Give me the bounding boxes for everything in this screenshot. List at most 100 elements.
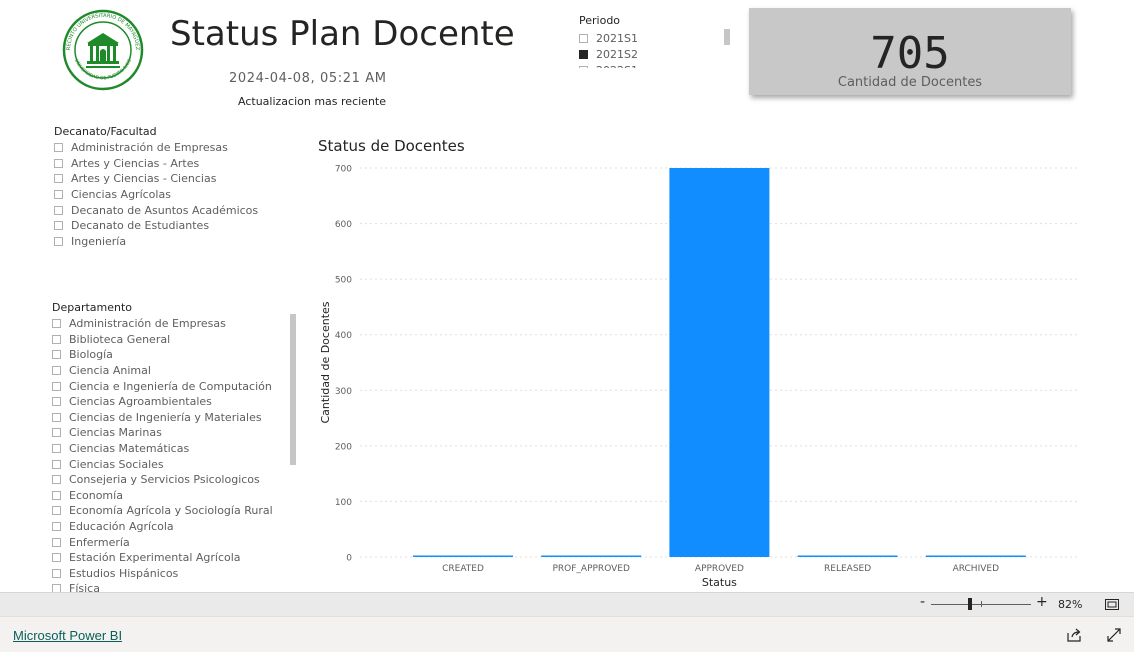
decanato-item-decanato-de-estudiantes[interactable]: Decanato de Estudiantes — [54, 218, 284, 234]
powerbi-link[interactable]: Microsoft Power BI — [13, 628, 122, 643]
departamento-item-enfermeria[interactable]: Enfermería — [52, 534, 292, 550]
zoom-slider-tick — [981, 601, 982, 607]
decanato-checkbox[interactable] — [54, 205, 63, 215]
decanato-item-label: Decanato de Estudiantes — [71, 219, 210, 233]
powerbi-bottom-bar: Microsoft Power BI — [0, 616, 1134, 652]
y-tick-label: 0 — [346, 554, 352, 564]
periodo-scrollbar[interactable] — [724, 29, 730, 45]
departamento-item-label: Economía Agrícola y Sociología Rural — [69, 504, 273, 518]
university-seal-logo: RECINTO UNIVERSITARIO DE MAYAGÜEZ UNIVER… — [62, 9, 144, 91]
fullscreen-icon[interactable] — [1106, 627, 1122, 643]
decanato-checkbox[interactable] — [54, 236, 63, 246]
y-tick-label: 300 — [335, 387, 352, 397]
departamento-checkbox[interactable] — [52, 444, 61, 454]
departamento-item-label: Ciencias Marinas — [69, 426, 162, 440]
decanato-item-decanato-de-asuntos-academicos[interactable]: Decanato de Asuntos Académicos — [54, 202, 284, 218]
departamento-item-ciencias-sociales[interactable]: Ciencias Sociales — [52, 456, 292, 472]
periodo-item-label: 2021S1 — [596, 31, 638, 45]
departamento-item-administracion-de-empresas[interactable]: Administración de Empresas — [52, 316, 292, 332]
x-tick-label: ARCHIVED — [953, 564, 1000, 574]
x-tick-label: APPROVED — [695, 564, 744, 574]
x-tick-label: PROF_APPROVED — [552, 564, 629, 574]
decanato-item-label: Decanato de Asuntos Académicos — [71, 203, 259, 217]
decanato-item-label: Artes y Ciencias - Ciencias — [71, 172, 217, 186]
departamento-item-economia[interactable]: Economía — [52, 488, 292, 504]
status-bar-chart: 0 100 200 300 400 500 600 700 CREATED PROF_APPROV… — [319, 165, 1080, 589]
periodo-slicer-title: Periodo — [579, 14, 621, 27]
departamento-item-consejeria-y-servicios-psicologicos[interactable]: Consejeria y Servicios Psicologicos — [52, 472, 292, 488]
periodo-checkbox[interactable] — [579, 49, 588, 59]
departamento-checkbox[interactable] — [52, 475, 61, 485]
decanato-item-ciencias-agricolas[interactable]: Ciencias Agrícolas — [54, 187, 284, 203]
departamento-checkbox[interactable] — [52, 568, 61, 578]
x-tick-label: RELEASED — [824, 564, 871, 574]
periodo-item-2021s1[interactable]: 2021S1 — [579, 30, 669, 46]
departamento-item-ciencias-matematicas[interactable]: Ciencias Matemáticas — [52, 441, 292, 457]
departamento-item-fisica[interactable]: Física — [52, 581, 292, 592]
decanato-item-artes-y-ciencias-artes[interactable]: Artes y Ciencias - Artes — [54, 156, 284, 172]
departamento-item-label: Física — [69, 582, 100, 592]
decanato-item-artes-y-ciencias-ciencias[interactable]: Artes y Ciencias - Ciencias — [54, 171, 284, 187]
decanato-checkbox[interactable] — [54, 174, 63, 184]
departamento-checkbox[interactable] — [52, 397, 61, 407]
departamento-checkbox[interactable] — [52, 490, 61, 500]
departamento-item-label: Ciencia Animal — [69, 364, 151, 378]
departamento-item-label: Estación Experimental Agrícola — [69, 551, 241, 565]
departamento-checkbox[interactable] — [52, 366, 61, 376]
y-tick-label: 600 — [335, 220, 352, 230]
y-tick-label: 400 — [335, 331, 352, 341]
x-axis-label: Status — [702, 576, 737, 589]
departamento-checkbox[interactable] — [52, 412, 61, 422]
decanato-checkbox[interactable] — [54, 190, 63, 200]
last-refresh-date: 2024-04-08, 05:21 AM — [229, 71, 387, 86]
bar-approved — [669, 168, 770, 557]
departamento-item-ciencia-e-ingenieria-de-computacion[interactable]: Ciencia e Ingeniería de Computación — [52, 378, 292, 394]
periodo-item-2022s1[interactable]: 2022S1 — [579, 62, 669, 68]
departamento-item-ciencias-agroambientales[interactable]: Ciencias Agroambientales — [52, 394, 292, 410]
departamento-checkbox[interactable] — [52, 537, 61, 547]
zoom-slider-thumb[interactable] — [968, 598, 972, 610]
periodo-checkbox[interactable] — [579, 65, 588, 68]
zoom-in-button[interactable]: + — [1036, 594, 1048, 610]
departamento-checkbox[interactable] — [52, 506, 61, 516]
decanato-checkbox[interactable] — [54, 143, 63, 153]
share-icon[interactable] — [1066, 627, 1082, 643]
departamento-item-ciencias-marinas[interactable]: Ciencias Marinas — [52, 425, 292, 441]
zoom-out-button[interactable]: - — [920, 594, 925, 610]
departamento-item-biologia[interactable]: Biología — [52, 347, 292, 363]
decanato-checkbox[interactable] — [54, 221, 63, 231]
y-tick-label: 200 — [335, 442, 352, 452]
bar-created — [413, 555, 513, 557]
departamento-checkbox[interactable] — [52, 553, 61, 563]
departamento-item-ciencias-de-ingenieria-y-materiales[interactable]: Ciencias de Ingeniería y Materiales — [52, 410, 292, 426]
decanato-item-ingenieria[interactable]: Ingeniería — [54, 234, 284, 250]
departamento-checkbox[interactable] — [52, 522, 61, 532]
fit-to-page-icon[interactable] — [1105, 599, 1119, 610]
report-canvas: RECINTO UNIVERSITARIO DE MAYAGÜEZ UNIVER… — [0, 0, 1134, 592]
periodo-item-label: 2022S1 — [596, 64, 638, 69]
y-tick-label: 700 — [335, 165, 352, 175]
departamento-scrollbar[interactable] — [290, 314, 296, 465]
departamento-checkbox[interactable] — [52, 428, 61, 438]
departamento-checkbox[interactable] — [52, 334, 61, 344]
departamento-checkbox[interactable] — [52, 459, 61, 469]
departamento-item-estudios-hispanicos[interactable]: Estudios Hispánicos — [52, 566, 292, 582]
departamento-item-ciencia-animal[interactable]: Ciencia Animal — [52, 363, 292, 379]
decanato-checkbox[interactable] — [54, 158, 63, 168]
departamento-checkbox[interactable] — [52, 381, 61, 391]
departamento-item-economia-agricola-y-sociologia-rural[interactable]: Economía Agrícola y Sociología Rural — [52, 503, 292, 519]
departamento-checkbox[interactable] — [52, 319, 61, 329]
departamento-item-biblioteca-general[interactable]: Biblioteca General — [52, 332, 292, 348]
departamento-checkbox[interactable] — [52, 350, 61, 360]
departamento-item-estacion-experimental-agricola[interactable]: Estación Experimental Agrícola — [52, 550, 292, 566]
departamento-item-label: Biblioteca General — [69, 332, 171, 346]
decanato-slicer: Administración de Empresas Artes y Cienci… — [54, 140, 284, 250]
periodo-checkbox[interactable] — [579, 33, 588, 43]
departamento-slicer-title: Departamento — [52, 301, 133, 314]
decanato-item-administracion-de-empresas[interactable]: Administración de Empresas — [54, 140, 284, 156]
departamento-checkbox[interactable] — [52, 584, 61, 592]
periodo-item-2021s2[interactable]: 2021S2 — [579, 46, 669, 62]
departamento-item-educacion-agricola[interactable]: Educación Agrícola — [52, 519, 292, 535]
decanato-item-label: Artes y Ciencias - Artes — [71, 156, 200, 170]
departamento-item-label: Economía — [69, 488, 123, 502]
